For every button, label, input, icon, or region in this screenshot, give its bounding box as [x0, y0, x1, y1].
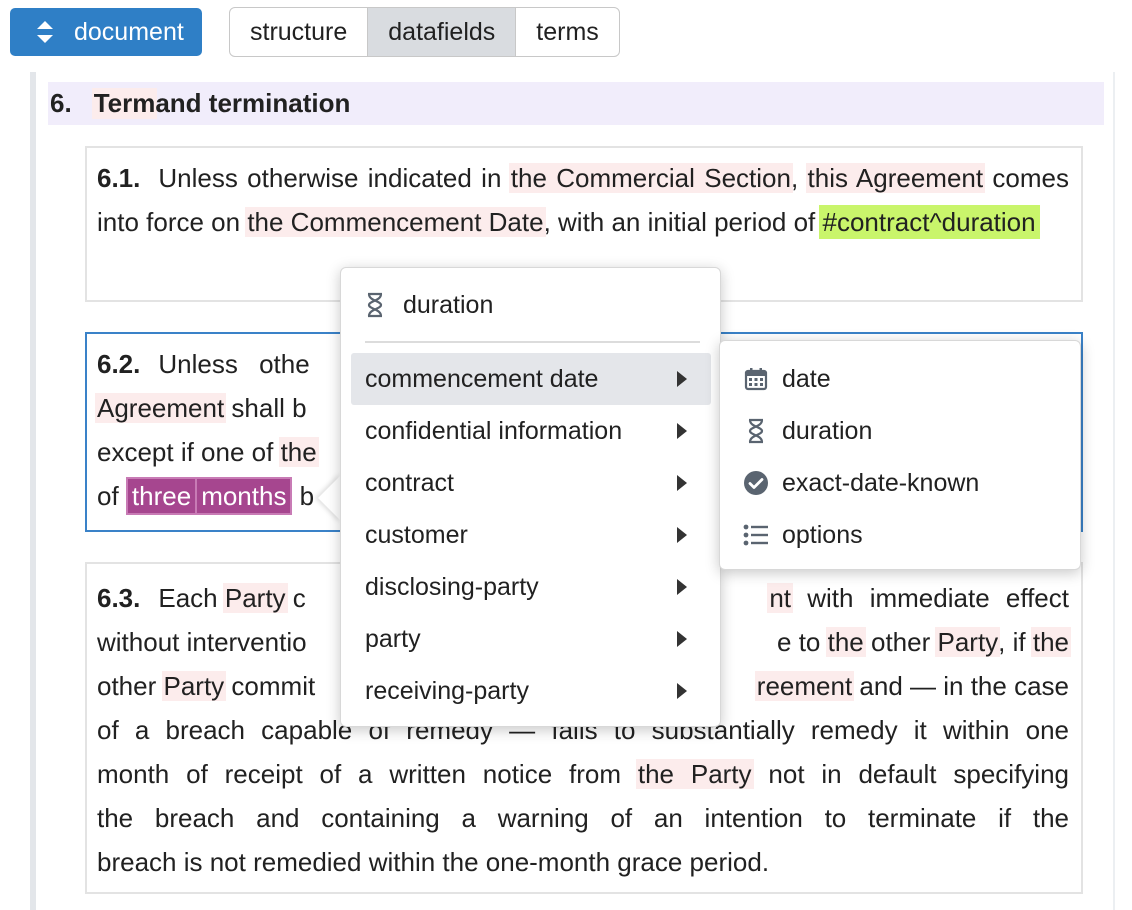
caret-right-icon — [677, 371, 687, 387]
menu-item-label: receiving-party — [365, 676, 529, 705]
term-highlight[interactable]: reement — [754, 671, 855, 701]
clause-number: 6.2. — [97, 349, 141, 379]
term-highlight[interactable]: Agreement — [95, 393, 227, 423]
clause-text: c — [285, 583, 306, 613]
sort-updown-icon — [36, 19, 54, 45]
term-highlight[interactable]: the Party — [635, 759, 754, 789]
menu-item-label: contract — [365, 468, 454, 497]
term-highlight[interactable]: this Agreement — [805, 163, 986, 193]
menu-item-confidential-information[interactable]: confidential information — [351, 405, 711, 457]
menu-divider — [365, 341, 700, 343]
clause-text: Each — [158, 583, 225, 613]
clause-text: and — in the case — [852, 671, 1069, 701]
section-number: 6. — [50, 88, 72, 118]
menu-item-customer[interactable]: customer — [351, 509, 711, 561]
clause-text: Unless otherwise indicated in — [158, 163, 511, 193]
document-right-border — [1113, 72, 1115, 910]
clause-text: other — [863, 627, 938, 657]
submenu-item-label: options — [782, 520, 863, 549]
caret-right-icon — [677, 683, 687, 699]
section-heading[interactable]: 6. Term and termination — [48, 82, 1104, 125]
clause-text: except if one of — [97, 437, 281, 467]
clause-text: with immediate effect — [791, 583, 1069, 613]
submenu-item-options[interactable]: options — [742, 509, 863, 561]
menu-item-disclosing-party[interactable]: disclosing-party — [351, 561, 711, 613]
caret-right-icon — [677, 527, 687, 543]
submenu-item-label: duration — [782, 416, 873, 445]
menu-header-label: duration — [403, 290, 494, 319]
menu-item-label: party — [365, 624, 421, 653]
clause-text: month of receipt of a written notice fro… — [97, 759, 638, 789]
term-highlight[interactable]: Party — [161, 671, 227, 701]
commencement-date-submenu: date duration exact-date-known options — [719, 340, 1081, 570]
clause-text: shall b — [224, 393, 307, 423]
menu-item-label: customer — [365, 520, 468, 549]
term-highlight[interactable]: Party — [935, 627, 1001, 657]
submenu-item-exact-date-known[interactable]: exact-date-known — [742, 457, 979, 509]
term-highlight[interactable]: Party — [222, 583, 288, 613]
menu-item-label: disclosing-party — [365, 572, 539, 601]
view-tabs: structure datafields terms — [229, 7, 620, 57]
clause-text: the breach and containing a warning of a… — [97, 803, 1069, 833]
clause-number: 6.3. — [97, 583, 141, 613]
submenu-item-date[interactable]: date — [742, 353, 831, 405]
hourglass-icon — [365, 292, 385, 318]
term-highlight[interactable]: the — [278, 437, 319, 467]
clause-text: of — [97, 481, 126, 511]
menu-item-receiving-party[interactable]: receiving-party — [351, 665, 711, 717]
document-button-label: document — [74, 17, 184, 46]
clause-text: other — [97, 671, 164, 701]
caret-right-icon — [677, 631, 687, 647]
submenu-item-duration[interactable]: duration — [742, 405, 872, 457]
submenu-item-label: exact-date-known — [782, 468, 980, 497]
clause-text: e to — [777, 627, 828, 657]
menu-item-contract[interactable]: contract — [351, 457, 711, 509]
check-circle-icon — [742, 470, 770, 496]
hourglass-icon — [742, 418, 770, 444]
menu-item-label: commencement date — [365, 364, 599, 393]
calendar-icon — [742, 367, 770, 391]
clause-text: without interventio — [97, 627, 307, 657]
clause-text: othe — [259, 349, 310, 379]
caret-right-icon — [677, 475, 687, 491]
clause-number: 6.1. — [97, 163, 141, 193]
datafield-menu: duration commencement date confidential … — [340, 267, 721, 727]
menu-item-label: confidential information — [365, 416, 623, 445]
datafield-value-months[interactable]: months — [197, 477, 293, 515]
menu-pointer — [318, 474, 342, 522]
clause-text: , with an initial period of — [543, 207, 823, 237]
datafield-placeholder[interactable]: #contract^duration — [818, 205, 1040, 239]
term-highlight[interactable]: nt — [767, 583, 794, 613]
menu-item-party[interactable]: party — [351, 613, 711, 665]
document-dropdown-button[interactable]: document — [10, 8, 202, 56]
clause-text: b — [292, 481, 315, 511]
caret-right-icon — [677, 579, 687, 595]
menu-header-duration[interactable]: duration — [341, 280, 720, 330]
section-title-text: and termination — [155, 88, 351, 118]
caret-right-icon — [677, 423, 687, 439]
clause-text: breach is not remedied within the one-mo… — [97, 847, 770, 877]
document-left-gutter — [30, 72, 36, 910]
menu-item-commencement-date[interactable]: commencement date — [351, 353, 711, 405]
clause-text: not in default specifying — [751, 759, 1069, 789]
datafield-value-three[interactable]: three — [125, 477, 198, 515]
term-highlight[interactable]: the — [1030, 627, 1071, 657]
clause-text: , if — [998, 627, 1033, 657]
tab-terms[interactable]: terms — [515, 8, 619, 56]
clause-text: Unless — [158, 349, 246, 379]
term-highlight[interactable]: the Commencement Date — [245, 207, 546, 237]
tab-structure[interactable]: structure — [230, 8, 367, 56]
submenu-item-label: date — [782, 364, 831, 393]
list-icon — [742, 523, 770, 547]
term-highlight[interactable]: Term — [91, 88, 158, 119]
term-highlight[interactable]: the Commercial Section — [508, 163, 793, 193]
tab-datafields[interactable]: datafields — [367, 8, 516, 56]
term-highlight[interactable]: the — [825, 627, 866, 657]
clause-text: commit — [224, 671, 316, 701]
